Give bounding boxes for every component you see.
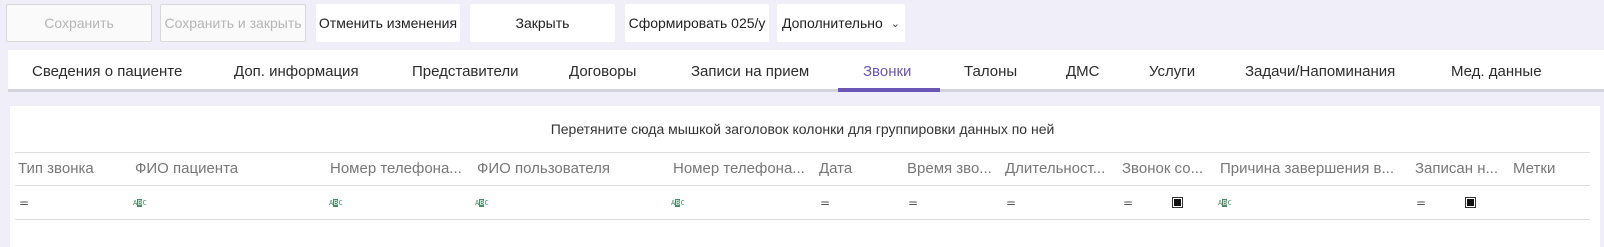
filter-user-phone-number[interactable]: ABC	[671, 186, 685, 219]
filter-date[interactable]: =	[820, 186, 830, 219]
column-header-duration[interactable]: Длительност...	[1005, 152, 1115, 185]
column-header-call-type[interactable]: Тип звонка	[18, 152, 130, 185]
filter-call-type[interactable]: =	[19, 186, 29, 219]
text-filter-icon[interactable]: ABC	[133, 198, 147, 207]
tab-additional-info[interactable]: Доп. информация	[234, 50, 359, 92]
more-dropdown-label: Дополнительно	[782, 15, 883, 31]
filter-call-time[interactable]: =	[908, 186, 918, 219]
tab-medical-data[interactable]: Мед. данные	[1451, 50, 1542, 92]
grid-filter-row: = ABC ABC ABC ABC = = = = ABC =	[15, 186, 1590, 220]
equals-icon[interactable]: =	[1123, 196, 1133, 210]
grid-header-row: Тип звонка ФИО пациента Номер телефона..…	[15, 152, 1590, 186]
column-header-call-time[interactable]: Время зво...	[907, 152, 1001, 185]
tab-tasks-reminders[interactable]: Задачи/Напоминания	[1245, 50, 1395, 92]
equals-icon[interactable]: =	[908, 196, 918, 210]
filter-user-name[interactable]: ABC	[475, 186, 489, 219]
cancel-changes-button[interactable]: Отменить изменения	[316, 4, 460, 42]
text-filter-icon[interactable]: ABC	[1218, 198, 1232, 207]
column-header-user-name[interactable]: ФИО пользователя	[477, 152, 667, 185]
column-header-end-reason[interactable]: Причина завершения в...	[1220, 152, 1408, 185]
group-by-panel[interactable]: Перетяните сюда мышкой заголовок колонки…	[15, 106, 1590, 153]
tab-coupons[interactable]: Талоны	[964, 50, 1017, 92]
column-header-date[interactable]: Дата	[819, 152, 903, 185]
equals-icon[interactable]: =	[19, 196, 29, 210]
column-header-call-answered[interactable]: Звонок со...	[1122, 152, 1214, 185]
tab-patient-info[interactable]: Сведения о пациенте	[32, 50, 182, 92]
equals-icon[interactable]: =	[820, 196, 830, 210]
column-header-patient-name[interactable]: ФИО пациента	[135, 152, 325, 185]
filter-call-answered-checkbox[interactable]	[1172, 186, 1183, 219]
column-header-booked[interactable]: Записан н...	[1415, 152, 1507, 185]
filter-booked-operator[interactable]: =	[1416, 186, 1426, 219]
filter-booked-checkbox[interactable]	[1465, 186, 1476, 219]
equals-icon[interactable]: =	[1006, 196, 1016, 210]
close-button[interactable]: Закрыть	[470, 4, 615, 42]
text-filter-icon[interactable]: ABC	[671, 198, 685, 207]
filter-call-answered-operator[interactable]: =	[1123, 186, 1133, 219]
tab-contracts[interactable]: Договоры	[569, 50, 636, 92]
tab-services[interactable]: Услуги	[1149, 50, 1195, 92]
column-header-phone-number[interactable]: Номер телефона...	[330, 152, 470, 185]
form-025-button[interactable]: Сформировать 025/у	[625, 4, 769, 42]
more-dropdown[interactable]: Дополнительно ⌄	[777, 4, 905, 42]
checkbox-indeterminate-icon[interactable]	[1172, 197, 1183, 208]
tab-bar: Сведения о пациенте Доп. информация Пред…	[8, 50, 1604, 92]
save-button[interactable]: Сохранить	[6, 4, 152, 42]
filter-patient-name[interactable]: ABC	[133, 186, 147, 219]
equals-icon[interactable]: =	[1416, 196, 1426, 210]
text-filter-icon[interactable]: ABC	[475, 198, 489, 207]
toolbar: Сохранить Сохранить и закрыть Отменить и…	[0, 0, 1604, 48]
tab-appointments[interactable]: Записи на прием	[691, 50, 809, 92]
text-filter-icon[interactable]: ABC	[329, 198, 343, 207]
tab-representatives[interactable]: Представители	[412, 50, 518, 92]
filter-end-reason[interactable]: ABC	[1218, 186, 1232, 219]
filter-phone-number[interactable]: ABC	[329, 186, 343, 219]
group-by-hint: Перетяните сюда мышкой заголовок колонки…	[550, 121, 1055, 137]
column-header-tags[interactable]: Метки	[1513, 152, 1590, 185]
chevron-down-icon: ⌄	[890, 17, 900, 30]
save-and-close-button[interactable]: Сохранить и закрыть	[160, 4, 306, 42]
column-header-user-phone-number[interactable]: Номер телефона...	[673, 152, 813, 185]
checkbox-indeterminate-icon[interactable]	[1465, 197, 1476, 208]
active-tab-indicator	[838, 88, 940, 92]
tab-calls[interactable]: Звонки	[863, 50, 911, 92]
filter-duration[interactable]: =	[1006, 186, 1016, 219]
calls-grid: Перетяните сюда мышкой заголовок колонки…	[10, 106, 1600, 247]
tab-dms[interactable]: ДМС	[1066, 50, 1100, 92]
